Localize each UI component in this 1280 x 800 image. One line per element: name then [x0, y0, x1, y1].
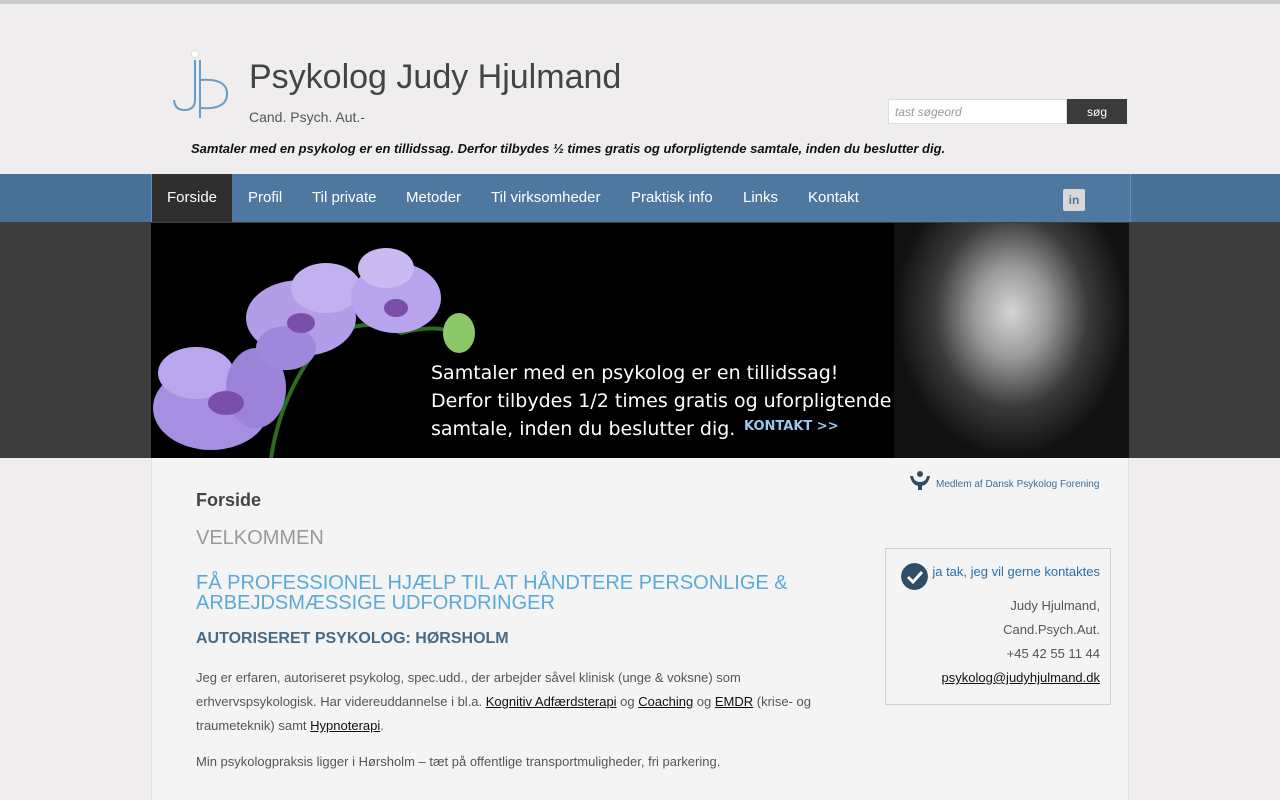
welcome-heading: VELKOMMEN	[196, 527, 324, 549]
main-heading: FÅ PROFESSIONEL HJÆLP TIL AT HÅNDTERE PE…	[196, 572, 788, 614]
nav-item-metoder[interactable]: Metoder	[406, 174, 461, 222]
intro-og-2: og	[693, 694, 715, 709]
nav-item-til-private[interactable]: Til private	[312, 174, 376, 222]
member-text[interactable]: Medlem af Dansk Psykolog Forening	[936, 479, 1099, 490]
contact-email-link[interactable]: psykolog@judyhjulmand.dk	[942, 670, 1100, 685]
banner-line-1: Samtaler med en psykolog er en tillidssa…	[431, 362, 839, 384]
search-button[interactable]: søg	[1067, 99, 1127, 124]
nav-item-praktisk-info[interactable]: Praktisk info	[631, 174, 713, 222]
contact-title: Cand.Psych.Aut.	[1003, 622, 1100, 637]
link-coaching[interactable]: Coaching	[638, 694, 693, 709]
link-kognitiv-adfaerdsterapi[interactable]: Kognitiv Adfærdsterapi	[486, 694, 617, 709]
nav-item-forside[interactable]: Forside	[152, 174, 233, 222]
contact-phone: +45 42 55 11 44	[1006, 646, 1100, 661]
intro-paragraph: Jeg er erfaren, autoriseret psykolog, sp…	[196, 666, 836, 738]
banner-line-2: Derfor tilbydes 1/2 times gratis og ufor…	[431, 390, 892, 412]
link-emdr[interactable]: EMDR	[715, 694, 753, 709]
jh-logo-icon[interactable]	[170, 50, 232, 120]
link-hypnoterapi[interactable]: Hypnoterapi	[310, 718, 380, 733]
contact-request-link[interactable]: ja tak, jeg vil gerne kontaktes	[932, 564, 1100, 579]
portrait-photo	[894, 223, 1129, 458]
search-input[interactable]	[888, 99, 1067, 124]
intro-og-1: og	[616, 694, 639, 709]
main-content: Forside VELKOMMEN FÅ PROFESSIONEL HJÆLP …	[151, 458, 1129, 800]
nav-item-til-virksomheder[interactable]: Til virksomheder	[491, 174, 600, 222]
intro-text-c: .	[380, 718, 384, 733]
checkmark-icon	[901, 563, 928, 590]
site-subtitle: Cand. Psych. Aut.-	[249, 109, 365, 125]
header-tagline: Samtaler med en psykolog er en tillidssa…	[191, 141, 946, 156]
hero-banner[interactable]: Samtaler med en psykolog er en tillidssa…	[151, 223, 1129, 458]
contact-name: Judy Hjulmand,	[1010, 598, 1100, 613]
nav-item-kontakt[interactable]: Kontakt	[808, 174, 859, 222]
page-title: Forside	[196, 490, 262, 510]
main-navigation: Forside Profil Til private Metoder Til v…	[151, 174, 1131, 222]
nav-item-profil[interactable]: Profil	[248, 174, 282, 222]
contact-box: ja tak, jeg vil gerne kontaktes Judy Hju…	[885, 548, 1111, 705]
banner-contact-link[interactable]: KONTAKT >>	[744, 419, 839, 434]
site-title[interactable]: Psykolog Judy Hjulmand	[249, 58, 621, 97]
sub-heading: AUTORISERET PSYKOLOG: HØRSHOLM	[196, 630, 509, 647]
location-paragraph: Min psykologpraksis ligger i Hørsholm – …	[196, 754, 721, 769]
linkedin-icon[interactable]: in	[1063, 189, 1085, 211]
dansk-psykolog-forening-icon[interactable]	[908, 470, 932, 490]
nav-item-links[interactable]: Links	[743, 174, 778, 222]
site-header: Psykolog Judy Hjulmand Cand. Psych. Aut.…	[0, 4, 1280, 174]
